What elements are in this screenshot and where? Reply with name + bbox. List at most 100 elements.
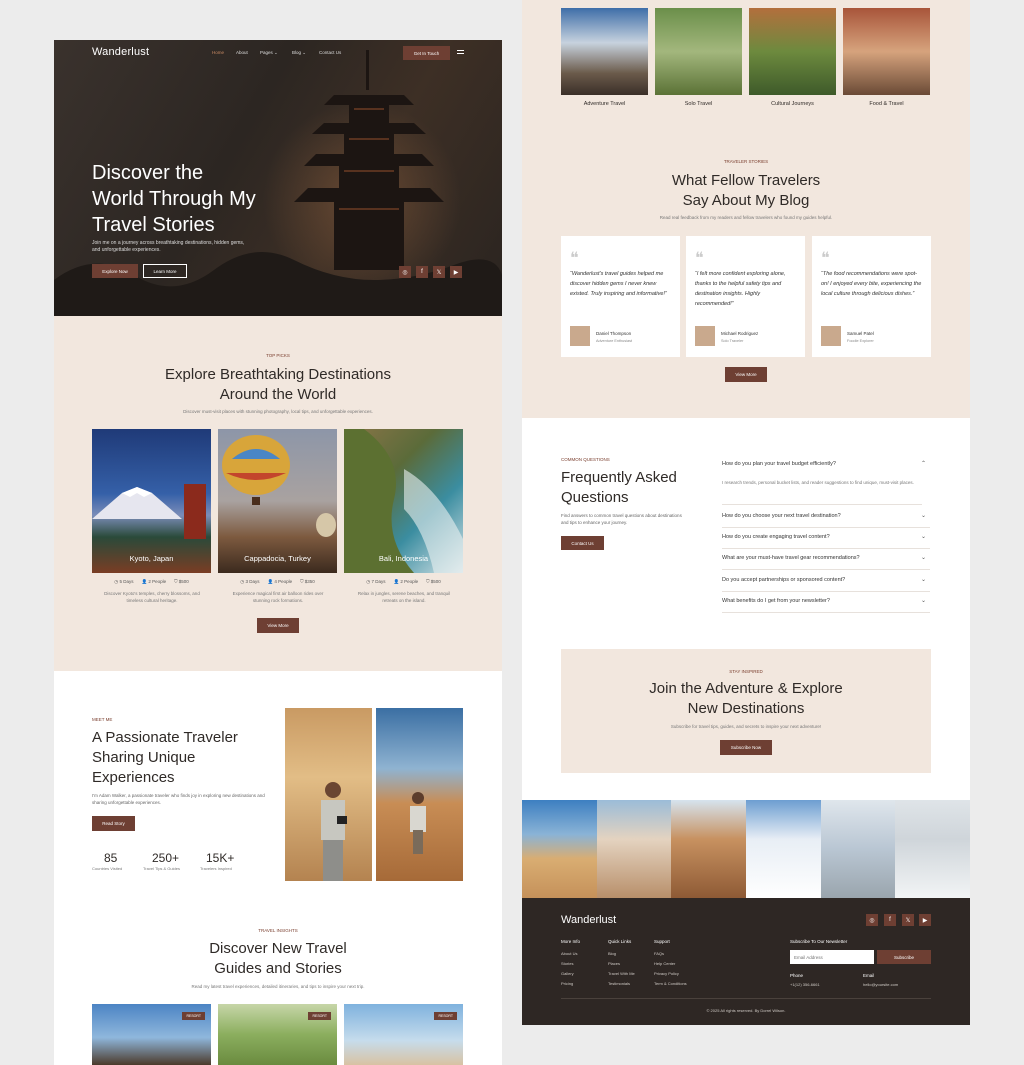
destination-meta: ◷ 5 Days 👤 2 People ⛉ $500 xyxy=(114,579,189,584)
view-more-testimonials-button[interactable]: View More xyxy=(725,367,767,382)
faq-item[interactable]: Do you accept partnerships or sponsored … xyxy=(722,571,930,592)
footer-phone-label: Phone xyxy=(790,973,804,978)
chevron-down-icon: ⌄ xyxy=(920,513,926,519)
footer-link[interactable]: Gallery xyxy=(561,969,577,979)
resort-tag: RESORT xyxy=(308,1012,331,1020)
nav-about[interactable]: About xyxy=(236,50,248,55)
category-cultural-image[interactable] xyxy=(749,8,836,95)
footer-link[interactable]: Stories xyxy=(561,959,577,969)
avatar xyxy=(821,326,841,346)
testimonial-quote: “I felt more confident exploring alone, … xyxy=(695,271,786,307)
footer-link[interactable]: Places xyxy=(608,959,635,969)
destination-card-kyoto[interactable]: Kyoto, Japan xyxy=(92,429,211,573)
faq-item[interactable]: What benefits do I get from your newslet… xyxy=(722,592,930,613)
footer-link[interactable]: About Us xyxy=(561,949,577,959)
learn-more-button[interactable]: Learn More xyxy=(143,264,187,278)
gallery-image[interactable] xyxy=(522,800,597,898)
footer-email[interactable]: hello@yoursite.com xyxy=(863,980,898,990)
footer-link[interactable]: Term & Conditions xyxy=(654,979,687,989)
destination-card-bali[interactable]: Bali, Indonesia xyxy=(344,429,463,573)
youtube-icon[interactable]: ▶ xyxy=(919,914,931,926)
menu-icon[interactable] xyxy=(457,50,464,54)
stat-travelers: 15K+ xyxy=(206,851,235,865)
destination-meta: ◷ 7 Days 👤 2 People ⛉ $500 xyxy=(366,579,441,584)
x-icon[interactable]: 𝕏 xyxy=(902,914,914,926)
faq-item[interactable]: How do you create engaging travel conten… xyxy=(722,528,930,549)
contact-us-button[interactable]: Contact Us xyxy=(561,536,604,550)
footer-link[interactable]: FAQs xyxy=(654,949,687,959)
x-icon[interactable]: 𝕏 xyxy=(433,266,445,278)
faq-item[interactable]: How do you choose your next travel desti… xyxy=(722,507,930,528)
testimonial-quote: “The food recommendations were spot-on! … xyxy=(821,271,922,297)
destination-card-cappadocia[interactable]: Cappadocia, Turkey xyxy=(218,429,337,573)
footer-email-input[interactable] xyxy=(790,950,874,964)
top-navigation: Wanderlust Home About Pages ⌄ Blog ⌄ Con… xyxy=(54,40,502,66)
stat-tips: 250+ xyxy=(152,851,180,865)
gallery-image[interactable] xyxy=(820,800,896,898)
instagram-icon[interactable]: ◎ xyxy=(399,266,411,278)
site-logo[interactable]: Wanderlust xyxy=(92,46,149,58)
footer-link[interactable]: Privacy Policy xyxy=(654,969,687,979)
footer-link[interactable]: Pricing xyxy=(561,979,577,989)
blog-card-1[interactable]: RESORT xyxy=(92,1004,211,1065)
faq-eyebrow: COMMON QUESTIONS xyxy=(561,457,610,462)
footer-link[interactable]: Help Center xyxy=(654,959,687,969)
footer-logo[interactable]: Wanderlust xyxy=(561,914,616,926)
gallery-image[interactable] xyxy=(596,800,672,898)
about-text: I'm Adam Walker, a passionate traveler w… xyxy=(92,793,265,805)
get-in-touch-button[interactable]: Get In Touch xyxy=(403,46,450,60)
gallery-image[interactable] xyxy=(895,800,970,898)
category-food-image[interactable] xyxy=(843,8,930,95)
blog-card-3[interactable]: RESORT xyxy=(344,1004,463,1065)
footer-divider xyxy=(561,998,931,999)
explore-now-button[interactable]: Explore Now xyxy=(92,264,138,278)
instagram-icon[interactable]: ◎ xyxy=(866,914,878,926)
traveler-photo-1 xyxy=(285,708,372,881)
category-solo-image[interactable] xyxy=(655,8,742,95)
view-more-destinations-button[interactable]: View More xyxy=(257,618,299,633)
left-page-column: Wanderlust Home About Pages ⌄ Blog ⌄ Con… xyxy=(54,40,502,1065)
newsletter-eyebrow: STAY INSPIRED xyxy=(729,669,763,674)
footer-link[interactable]: Testimonials xyxy=(608,979,635,989)
youtube-icon[interactable]: ▶ xyxy=(450,266,462,278)
nav-blog[interactable]: Blog ⌄ xyxy=(292,50,306,56)
gallery-image[interactable] xyxy=(671,800,747,898)
testimonial-quote: “Wanderlust's travel guides helped me di… xyxy=(570,271,667,297)
footer-link[interactable]: Travel With Me xyxy=(608,969,635,979)
footer-link[interactable]: Blog xyxy=(608,949,635,959)
blog-card-2[interactable]: RESORT xyxy=(218,1004,337,1065)
footer-phone[interactable]: +1(12) 356-6661 xyxy=(790,980,820,990)
avatar xyxy=(570,326,590,346)
category-label[interactable]: Solo Travel xyxy=(655,101,742,107)
category-label[interactable]: Adventure Travel xyxy=(561,101,648,107)
category-label[interactable]: Cultural Journeys xyxy=(749,101,836,107)
quote-icon: ❝ xyxy=(695,248,704,267)
chevron-down-icon: ⌄ xyxy=(920,577,926,583)
nav-home[interactable]: Home xyxy=(212,50,224,55)
insights-title: Discover New Travel Guides and Stories xyxy=(209,940,347,977)
stories-section: Adventure Travel Solo Travel Cultural Jo… xyxy=(522,0,970,418)
subscribe-now-button[interactable]: Subscribe Now xyxy=(720,740,772,755)
category-label[interactable]: Food & Travel xyxy=(843,101,930,107)
category-adventure-image[interactable] xyxy=(561,8,648,95)
faq-answer: I research trends, personal bucket lists… xyxy=(722,480,922,505)
insights-subtitle: Read my latest travel experiences, detai… xyxy=(191,984,365,989)
footer-links: FAQs Help Center Privacy Policy Term & C… xyxy=(654,949,687,989)
insights-eyebrow: TRAVEL INSIGHTS xyxy=(258,928,298,933)
insights-section: TRAVEL INSIGHTS Discover New Travel Guide… xyxy=(54,916,502,1065)
destinations-title: Explore Breathtaking Destinations Around … xyxy=(165,366,391,403)
resort-tag: RESORT xyxy=(434,1012,457,1020)
testimonial-name: Samuel Patel xyxy=(847,331,874,336)
stat-label: Travel Tips & Guides xyxy=(143,866,180,871)
gallery-image[interactable] xyxy=(746,800,821,898)
footer-subscribe-button[interactable]: Subscribe xyxy=(877,950,931,964)
faq-item[interactable]: What are your must-have travel gear reco… xyxy=(722,549,930,570)
about-title: A Passionate Traveler Sharing Unique Exper… xyxy=(92,729,238,786)
quote-icon: ❝ xyxy=(570,248,579,267)
facebook-icon[interactable]: f xyxy=(416,266,428,278)
facebook-icon[interactable]: f xyxy=(884,914,896,926)
faq-item-open[interactable]: How do you plan your travel budget effic… xyxy=(722,455,930,476)
read-story-button[interactable]: Read Story xyxy=(92,816,135,831)
nav-pages[interactable]: Pages ⌄ xyxy=(260,50,278,56)
nav-contact[interactable]: Contact Us xyxy=(319,50,341,55)
